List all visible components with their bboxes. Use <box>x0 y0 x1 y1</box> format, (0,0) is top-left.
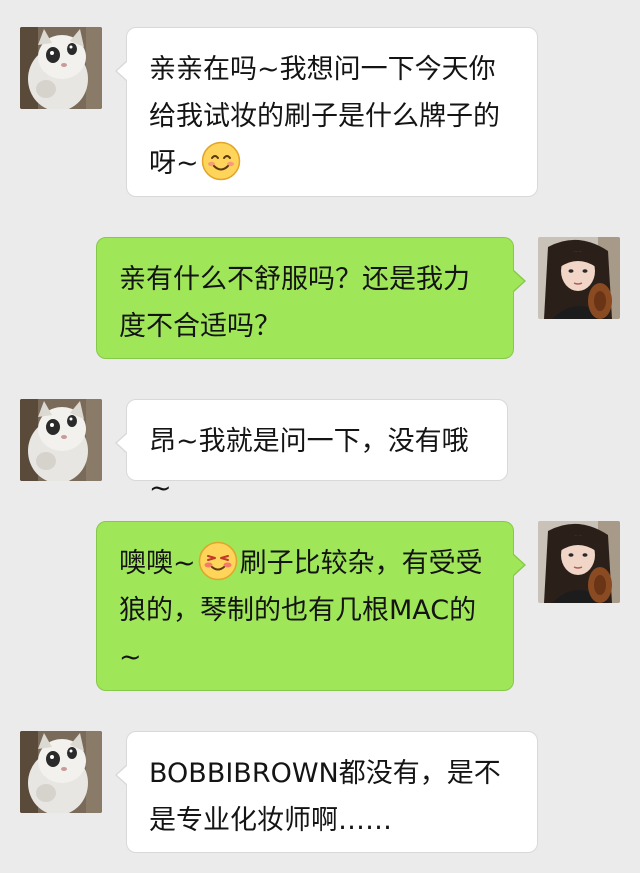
message-bubble-outgoing[interactable]: 亲有什么不舒服吗？还是我力度不合适吗？ <box>96 237 526 359</box>
message-text: 噢噢~ <box>119 548 196 579</box>
customer-avatar[interactable] <box>20 399 102 481</box>
message-bubble-incoming[interactable]: BOBBIBROWN都没有，是不是专业化妆师啊…… <box>115 731 538 853</box>
message-text: 亲有什么不舒服吗？还是我力度不合适吗？ <box>119 264 470 342</box>
smiling-face-icon <box>201 141 241 181</box>
message-bubble-outgoing[interactable]: 噢噢~ 刷子比较杂，有受受狼的，琴制的也有几根MAC的~ <box>96 521 526 691</box>
message-text: BOBBIBROWN都没有，是不是专业化妆师啊…… <box>149 758 501 836</box>
customer-avatar[interactable] <box>20 731 102 813</box>
my-avatar[interactable] <box>538 237 620 319</box>
blushing-smile-icon <box>198 541 238 581</box>
my-avatar[interactable] <box>538 521 620 603</box>
customer-avatar[interactable] <box>20 27 102 109</box>
message-text: 昂~我就是问一下，没有哦~ <box>149 426 469 504</box>
message-bubble-incoming[interactable]: 昂~我就是问一下，没有哦~ <box>115 399 508 504</box>
message-bubble-incoming[interactable]: 亲亲在吗~我想问一下今天你给我试妆的刷子是什么牌子的呀~ <box>115 27 538 197</box>
